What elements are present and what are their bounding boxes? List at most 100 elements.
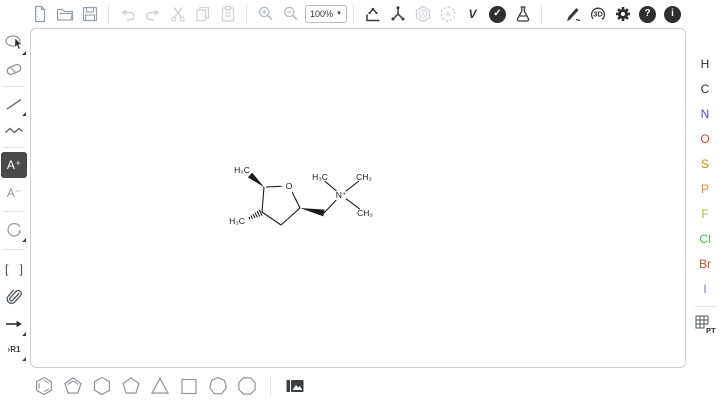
template-cyclobutane[interactable] [174, 372, 203, 400]
toolbar-separator [541, 5, 542, 24]
calculated-values-flask-icon [513, 4, 533, 24]
cyclooctane-icon [236, 375, 258, 397]
template-cyclooctane[interactable] [232, 372, 261, 400]
toolbar-separator [3, 211, 25, 212]
s-group-tool[interactable]: [ ] [1, 256, 27, 282]
help-icon: ? [639, 6, 656, 23]
element-symbol: O [700, 132, 709, 146]
chain-tool[interactable] [1, 117, 27, 143]
template-cycloheptane[interactable] [203, 372, 232, 400]
charge-plus-tool[interactable]: A⁺ [1, 152, 27, 178]
erase-tool[interactable] [1, 56, 27, 82]
atom-label[interactable]: N⁺ [336, 190, 347, 200]
cycloheptane-icon [207, 375, 229, 397]
save-button[interactable] [77, 2, 102, 26]
element-symbol: F [701, 207, 708, 221]
charge-minus-icon: A⁻ [7, 186, 21, 200]
element-button-br[interactable]: Br [694, 254, 716, 274]
template-cyclopentadiene[interactable] [58, 372, 87, 400]
svg-text:A: A [445, 12, 450, 19]
check-structure-button[interactable]: ✓ [485, 2, 510, 26]
benzene-icon [33, 375, 55, 397]
reaction-arrow-tool[interactable] [1, 311, 27, 337]
atom-label[interactable]: H₃C [312, 172, 328, 182]
calculate-cip-button[interactable]: V [460, 2, 485, 26]
rotate-tool[interactable] [1, 217, 27, 243]
attachment-tool[interactable] [1, 284, 27, 310]
toolbar-separator [695, 306, 715, 307]
template-cyclopropane[interactable] [145, 372, 174, 400]
element-symbol: Br [699, 257, 711, 271]
wedge-bond-up[interactable] [248, 173, 264, 187]
toolbar-separator [108, 5, 109, 24]
zoom-in-button[interactable] [253, 2, 278, 26]
wedge-bond-up[interactable] [300, 208, 325, 216]
molecule-atom-labels[interactable]: H₃C O H₃C H₃C CH₃ CH₃ N⁺ [229, 165, 373, 226]
settings-button[interactable] [610, 2, 635, 26]
cut-button[interactable] [165, 2, 190, 26]
molecule-bonds[interactable] [262, 181, 360, 225]
drawing-canvas[interactable]: H₃C O H₃C H₃C CH₃ CH₃ N⁺ [30, 28, 686, 368]
aromatize-button[interactable]: A [410, 2, 435, 26]
r-group-tool[interactable]: ›R1 [1, 336, 27, 362]
zoom-level-dropdown[interactable]: 100% ▼ [305, 5, 347, 23]
paste-button[interactable] [215, 2, 240, 26]
zoom-out-icon [281, 4, 301, 24]
r-group-icon: ›R1 [8, 345, 21, 354]
zoom-out-button[interactable] [278, 2, 303, 26]
atom-label[interactable]: CH₃ [356, 172, 372, 182]
element-symbol: H [701, 57, 710, 71]
atom-label[interactable]: H₃C [234, 165, 250, 175]
cip-v-icon: V [468, 7, 476, 21]
undo-icon [118, 4, 138, 24]
dearomatize-icon: A [438, 4, 458, 24]
atom-label[interactable]: H₃C [229, 216, 245, 226]
3d-viewer-button[interactable]: 3D [585, 2, 610, 26]
layout-icon [363, 4, 383, 24]
cyclobutane-icon [178, 375, 200, 397]
toolbar-separator [353, 5, 354, 24]
dropdown-indicator [22, 357, 26, 361]
redo-button[interactable] [140, 2, 165, 26]
dearomatize-button[interactable]: A [435, 2, 460, 26]
element-button-cl[interactable]: Cl [694, 229, 716, 249]
open-button[interactable] [52, 2, 77, 26]
atom-label[interactable]: CH₃ [357, 208, 373, 218]
element-button-f[interactable]: F [694, 204, 716, 224]
element-button-p[interactable]: P [694, 179, 716, 199]
layout-button[interactable] [360, 2, 385, 26]
lasso-selection-tool[interactable] [1, 30, 27, 56]
atom-label[interactable]: O [286, 181, 293, 191]
template-cyclopentane[interactable] [116, 372, 145, 400]
periodic-table-button[interactable]: PT [692, 311, 718, 337]
template-library-icon [284, 375, 306, 397]
template-benzene[interactable] [29, 372, 58, 400]
svg-text:PT: PT [706, 326, 716, 335]
hashed-wedge-bond[interactable] [249, 210, 262, 220]
undo-button[interactable] [115, 2, 140, 26]
cyclopropane-icon [149, 375, 171, 397]
element-button-c[interactable]: C [694, 79, 716, 99]
template-cyclohexane[interactable] [87, 372, 116, 400]
charge-minus-tool[interactable]: A⁻ [1, 180, 27, 206]
molecule-structure[interactable]: H₃C O H₃C H₃C CH₃ CH₃ N⁺ [31, 29, 687, 369]
clear-canvas-button[interactable] [27, 2, 52, 26]
dropdown-indicator [22, 112, 26, 116]
element-button-h[interactable]: H [694, 54, 716, 74]
element-button-s[interactable]: S [694, 154, 716, 174]
element-button-i[interactable]: I [694, 279, 716, 299]
element-symbol: S [701, 157, 709, 171]
clean-up-button[interactable] [385, 2, 410, 26]
help-button[interactable]: ? [635, 2, 660, 26]
single-bond-tool[interactable] [1, 91, 27, 117]
recognize-button[interactable] [560, 2, 585, 26]
element-symbol: Cl [699, 232, 710, 246]
element-button-o[interactable]: O [694, 129, 716, 149]
element-button-n[interactable]: N [694, 104, 716, 124]
copy-button[interactable] [190, 2, 215, 26]
toolbar-separator [270, 376, 271, 396]
about-button[interactable]: i [660, 2, 685, 26]
calculated-values-button[interactable] [510, 2, 535, 26]
template-library-button[interactable] [280, 372, 309, 400]
zoom-in-icon [256, 4, 276, 24]
